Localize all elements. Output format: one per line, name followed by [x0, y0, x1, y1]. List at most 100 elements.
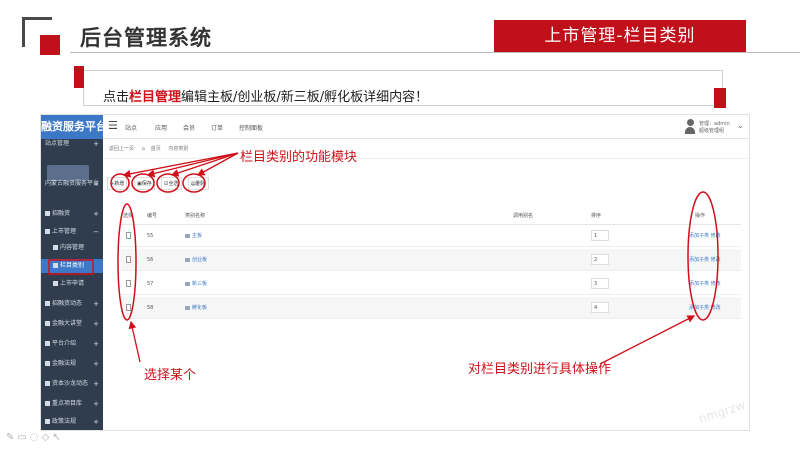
sidebar-item-label: 招融资动态 [52, 300, 83, 307]
section-tag: 上市管理-栏目类别 [494, 20, 746, 52]
save-button[interactable]: ▣保存 [134, 177, 155, 190]
expand-icon[interactable]: + [93, 137, 99, 151]
tab-members[interactable]: 会员 [183, 123, 195, 132]
eraser-icon[interactable]: ◇ [42, 432, 53, 443]
sort-input[interactable]: 2 [591, 254, 609, 265]
breadcrumb-home[interactable]: 首页 [151, 146, 161, 152]
row-ops-links[interactable]: 添加子类 修改 [689, 249, 721, 271]
instruction-prefix: 点击 [103, 90, 130, 105]
sidebar-item[interactable]: 资本沙龙动态 + [41, 377, 103, 391]
col-alias: 调用别名 [513, 213, 534, 219]
expand-icon[interactable]: + [93, 177, 99, 191]
add-button[interactable]: +新增 [107, 177, 128, 190]
menu-item-icon [45, 361, 50, 366]
sidebar-item-label: 内容管理 [60, 244, 85, 251]
instruction-highlight: 栏目管理 [129, 90, 182, 105]
expand-icon[interactable]: + [93, 207, 99, 221]
expand-icon[interactable]: + [93, 357, 99, 371]
sort-input[interactable]: 3 [591, 278, 609, 289]
expand-icon[interactable]: + [93, 397, 99, 411]
tab-orders[interactable]: 订单 [211, 123, 223, 132]
breadcrumb-current: 内容类别 [168, 146, 189, 152]
collapse-icon[interactable]: − [93, 225, 99, 239]
sidebar-item-label: 重点项目库 [52, 400, 83, 407]
row-id: 58 [147, 305, 154, 311]
expand-icon[interactable]: + [93, 415, 99, 429]
row-id: 55 [147, 233, 154, 239]
col-id: 编号 [147, 213, 158, 219]
slide-title: 后台管理系统 [80, 26, 212, 50]
sidebar-item[interactable]: 平台介绍 + [41, 337, 103, 351]
user-avatar-icon[interactable] [685, 119, 695, 135]
tab-site[interactable]: 站点 [125, 123, 137, 132]
folder-icon [185, 305, 190, 310]
top-navbar: ☰ 站点 应用 会员 订单 控制面板 管理：admin 超级管理组 ⌄ [103, 115, 749, 139]
sidebar-item-label: 内蒙古融资服务平台 [45, 180, 100, 187]
sidebar-item[interactable]: 招融资动态 + [41, 297, 103, 311]
sort-input[interactable]: 4 [591, 302, 609, 313]
user-role: 超级管理组 [699, 128, 725, 134]
annotation-select: 选择某个 [144, 368, 197, 383]
col-ops: 操作 [695, 213, 706, 219]
sidebar-item[interactable]: 栏目类别 [41, 259, 103, 273]
sidebar-item[interactable]: 政策法规 + [41, 415, 103, 429]
sidebar-item[interactable]: 内容管理 [41, 241, 103, 255]
row-checkbox[interactable] [126, 232, 131, 239]
row-name[interactable]: 主板 [192, 233, 202, 239]
expand-icon[interactable]: + [93, 297, 99, 311]
col-name: 类别名称 [185, 213, 206, 219]
sidebar-item[interactable]: 金融法规 + [41, 357, 103, 371]
sidebar-item[interactable]: 金融大讲堂 + [41, 317, 103, 331]
menu-icon[interactable]: ☰ [108, 120, 118, 132]
row-name-cell: 孵化板 [185, 297, 207, 319]
sidebar-item-label: 金融法规 [52, 360, 77, 367]
row-checkbox[interactable] [126, 256, 131, 263]
title-divider [70, 52, 800, 53]
tab-apps[interactable]: 应用 [155, 123, 167, 132]
home-icon[interactable]: ⌂ [142, 146, 145, 152]
row-name[interactable]: 孵化板 [192, 305, 207, 311]
breadcrumb: 返回上一页 ⌂ 首页 内容类别 [103, 139, 749, 159]
row-ops-links[interactable]: 添加子类 修改 [689, 225, 721, 247]
menu-item-icon [45, 211, 50, 216]
sidebar-item[interactable]: 内蒙古融资服务平台 + [41, 177, 103, 191]
row-name[interactable]: 创业板 [192, 257, 207, 263]
menu-item-icon [45, 381, 50, 386]
menu-item-icon [53, 245, 58, 250]
folder-icon [185, 233, 190, 238]
table-row: 57 新三板 3 添加子类 修改 [121, 273, 741, 295]
row-name-cell: 新三板 [185, 273, 207, 295]
back-link[interactable]: 返回上一页 [109, 146, 134, 152]
tab-control-panel[interactable]: 控制面板 [239, 123, 263, 132]
row-id: 56 [147, 257, 154, 263]
sidebar-item[interactable]: 上市管理 − [41, 225, 103, 239]
table-row: 55 主板 1 添加子类 修改 [121, 225, 741, 247]
sidebar-item[interactable]: 招融资 + [41, 207, 103, 221]
delete-button[interactable]: ▤删除 [188, 177, 209, 190]
menu-item-icon [53, 263, 58, 268]
sidebar-item[interactable]: 站点管理 + [41, 137, 103, 151]
sort-input[interactable]: 1 [591, 230, 609, 241]
pointer-icon[interactable]: ↖ [52, 432, 63, 443]
lasso-icon[interactable]: ◌ [30, 432, 42, 443]
folder-icon [185, 281, 190, 286]
sidebar-item[interactable]: 上市申请 [41, 277, 103, 291]
pen-icon[interactable]: ✎ [6, 432, 17, 443]
expand-icon[interactable]: + [93, 317, 99, 331]
chevron-down-icon[interactable]: ⌄ [737, 121, 744, 130]
sidebar-item-label: 政策法规 [52, 418, 77, 425]
row-checkbox[interactable] [126, 304, 131, 311]
sidebar-item-label: 站点管理 [45, 140, 70, 147]
select-all-button[interactable]: ☑全选 [161, 177, 182, 190]
expand-icon[interactable]: + [93, 377, 99, 391]
sidebar-item[interactable]: 重点项目库 + [41, 397, 103, 411]
row-checkbox[interactable] [126, 280, 131, 287]
menu-item-icon [45, 341, 50, 346]
slides-icon[interactable]: ▭ [17, 432, 29, 443]
row-name[interactable]: 新三板 [192, 281, 207, 287]
row-ops-links[interactable]: 添加子类 修改 [689, 273, 721, 295]
row-ops-links[interactable]: 添加子类 修改 [689, 297, 721, 319]
instruction-suffix: 编辑主板/创业板/新三板/孵化板详细内容！ [181, 90, 429, 105]
sidebar-item-label: 招融资 [52, 210, 71, 217]
expand-icon[interactable]: + [93, 337, 99, 351]
